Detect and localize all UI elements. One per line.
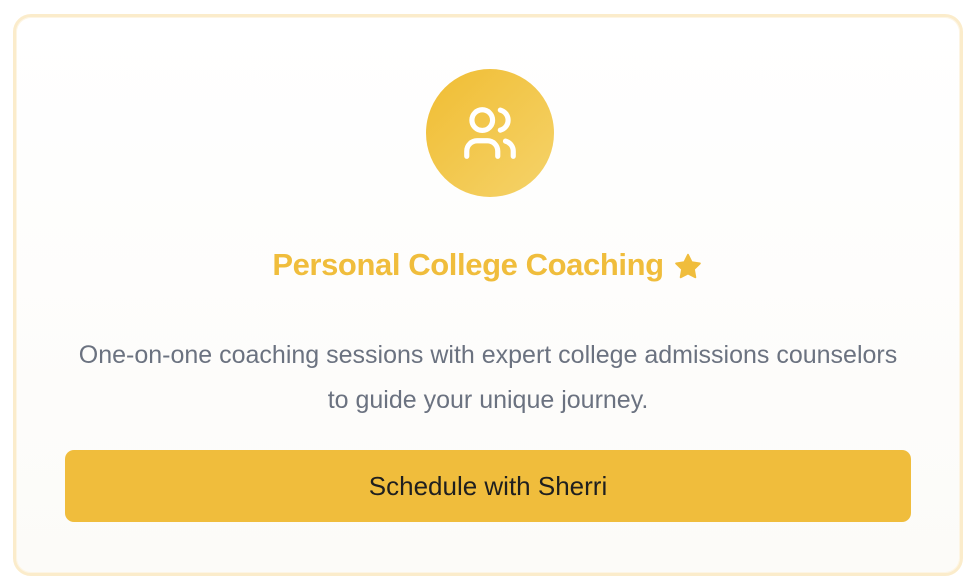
card-title: Personal College Coaching xyxy=(272,247,664,282)
users-icon xyxy=(464,107,516,159)
users-icon-badge xyxy=(426,69,554,197)
card-description: One-on-one coaching sessions with expert… xyxy=(78,341,898,414)
schedule-button[interactable]: Schedule with Sherri xyxy=(65,450,911,522)
star-icon xyxy=(672,248,704,283)
coaching-card: Personal College Coaching One-on-one coa… xyxy=(13,14,963,576)
card-title-row: Personal College Coaching xyxy=(16,247,960,283)
